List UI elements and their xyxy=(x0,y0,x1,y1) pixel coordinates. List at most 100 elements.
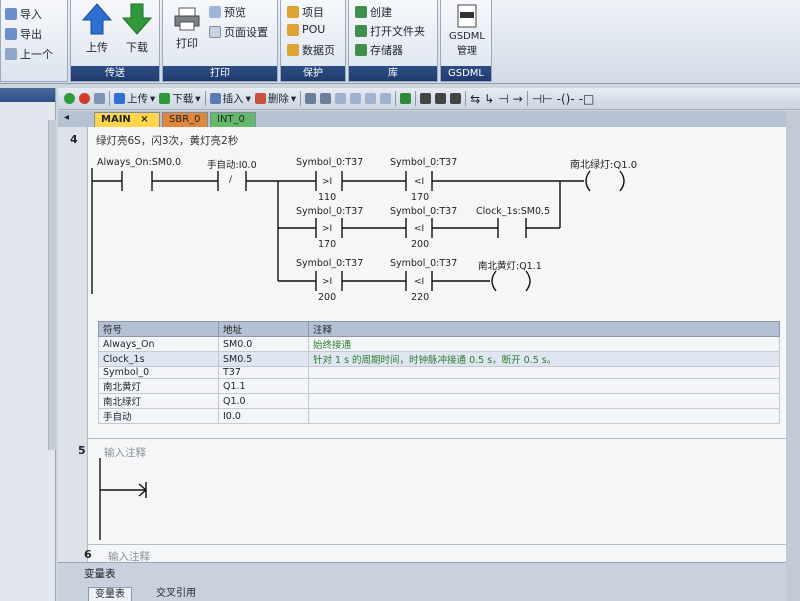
label-r1-t37a[interactable]: Symbol_0:T37 xyxy=(296,157,363,168)
label-r2-t37a[interactable]: Symbol_0:T37 xyxy=(296,206,363,217)
bookmark-icon[interactable] xyxy=(365,93,377,104)
network-comment-placeholder[interactable]: 输入注释 xyxy=(104,445,146,460)
table-row[interactable]: Always_On SM0.0 始终接通 xyxy=(98,336,780,352)
tab-sbr0[interactable]: SBR_0 xyxy=(162,112,208,127)
value-r1-b[interactable]: 170 xyxy=(411,192,429,203)
toolbar-delete-button[interactable]: 删除 ▾ xyxy=(254,91,296,106)
tab-cross-reference[interactable]: 交叉引用 xyxy=(150,587,202,601)
cell-symbol[interactable]: Symbol_0 xyxy=(98,366,219,379)
label-green-coil[interactable]: 南北绿灯:Q1.0 xyxy=(570,156,637,171)
tab-main[interactable]: MAIN × xyxy=(94,112,160,127)
download-button[interactable]: 下载 xyxy=(117,2,157,55)
preview-button[interactable]: 预览 xyxy=(209,4,246,20)
cell-address[interactable]: SM0.0 xyxy=(218,336,309,352)
lock-icon[interactable] xyxy=(450,93,462,104)
cell-symbol[interactable]: 南北绿灯 xyxy=(98,393,219,409)
coil-icon[interactable]: -()- xyxy=(557,92,575,106)
cell-symbol[interactable]: Always_On xyxy=(98,336,219,352)
toolbar-upload-button[interactable]: 上传 ▾ xyxy=(114,91,155,106)
lock-icon xyxy=(287,6,299,18)
toolbar-separator xyxy=(526,91,528,106)
page-setup-button[interactable]: 页面设置 xyxy=(209,24,268,40)
cell-address[interactable]: T37 xyxy=(218,366,309,379)
cell-address[interactable]: I0.0 xyxy=(218,408,309,424)
tab-scroll-left-icon[interactable]: ◂ xyxy=(64,112,69,123)
editor-scrollbar[interactable] xyxy=(786,111,800,601)
branch-up-icon[interactable]: ↳ xyxy=(484,92,494,106)
memory-button[interactable]: 存储器 xyxy=(355,42,403,58)
label-r3-t37a[interactable]: Symbol_0:T37 xyxy=(296,258,363,269)
bookmark-icon[interactable] xyxy=(380,93,392,104)
value-r3-b[interactable]: 220 xyxy=(411,292,429,303)
goto-icon[interactable] xyxy=(400,93,412,104)
network-comment[interactable]: 绿灯亮6S，闪3次，黄灯亮2秒 xyxy=(96,133,238,148)
table-row[interactable]: 手自动 I0.0 xyxy=(98,408,780,424)
tab-close-icon[interactable]: × xyxy=(140,114,148,125)
cell-comment[interactable]: 针对 1 s 的周期时间，时钟脉冲接通 0.5 s，断开 0.5 s。 xyxy=(308,351,780,367)
gsdml-manage-button[interactable]: GSDML 管理 xyxy=(443,4,491,57)
contact-icon[interactable]: ⊣⊢ xyxy=(532,92,553,106)
cell-comment[interactable] xyxy=(308,408,780,424)
line-left-icon[interactable]: ⊣ xyxy=(498,92,508,106)
previous-button[interactable]: 上一个 xyxy=(5,46,53,62)
table-row[interactable]: 南北黄灯 Q1.1 xyxy=(98,378,780,394)
label-r2-t37b[interactable]: Symbol_0:T37 xyxy=(390,206,457,217)
label-r1-t37b[interactable]: Symbol_0:T37 xyxy=(390,157,457,168)
cell-symbol[interactable]: 南北黄灯 xyxy=(98,378,219,394)
label-clock[interactable]: Clock_1s:SM0.5 xyxy=(476,206,550,217)
column-header[interactable]: 符号 xyxy=(98,321,219,337)
label-r3-t37b[interactable]: Symbol_0:T37 xyxy=(390,258,457,269)
table-row[interactable]: 南北绿灯 Q1.0 xyxy=(98,393,780,409)
branch-down-icon[interactable]: ⇆ xyxy=(470,92,480,106)
upload-button[interactable]: 上传 xyxy=(77,2,117,55)
cell-symbol[interactable]: 手自动 xyxy=(98,408,219,424)
op-ge: >I xyxy=(322,277,333,287)
bookmark-icon[interactable] xyxy=(350,93,362,104)
table-row[interactable]: Clock_1s SM0.5 针对 1 s 的周期时间，时钟脉冲接通 0.5 s，断… xyxy=(98,351,780,367)
cell-comment[interactable] xyxy=(308,366,780,379)
protect-project-button[interactable]: 项目 xyxy=(287,4,324,20)
compile-icon[interactable] xyxy=(94,93,105,104)
value-r1-a[interactable]: 110 xyxy=(318,192,336,203)
export-button[interactable]: 导出 xyxy=(5,26,42,42)
tab-int0[interactable]: INT_0 xyxy=(210,112,256,127)
create-library-button[interactable]: 创建 xyxy=(355,4,392,20)
column-header[interactable]: 地址 xyxy=(218,321,309,337)
open-folder-button[interactable]: 打开文件夹 xyxy=(355,23,425,39)
project-tree-scrollbar[interactable] xyxy=(48,120,56,450)
stop-icon[interactable] xyxy=(79,93,90,104)
print-button[interactable]: 打印 xyxy=(169,6,205,51)
cell-address[interactable]: Q1.1 xyxy=(218,378,309,394)
cell-comment[interactable] xyxy=(308,378,780,394)
tab-variable-table[interactable]: 变量表 xyxy=(88,587,132,601)
symbol-table: 符号 地址 注释 Always_On SM0.0 始终接通 Clock_1s SM0.… xyxy=(98,321,780,424)
label-yellow-coil[interactable]: 南北黄灯:Q1.1 xyxy=(478,258,542,272)
cell-comment[interactable] xyxy=(308,393,780,409)
box-icon[interactable]: -□ xyxy=(579,92,595,106)
protect-pou-button[interactable]: POU xyxy=(287,23,325,36)
lock-icon[interactable] xyxy=(420,93,432,104)
protect-datapage-button[interactable]: 数据页 xyxy=(287,42,335,58)
table-row[interactable]: Symbol_0 T37 xyxy=(98,366,780,379)
cell-symbol[interactable]: Clock_1s xyxy=(98,351,219,367)
value-r2-a[interactable]: 170 xyxy=(318,239,336,250)
cell-comment[interactable]: 始终接通 xyxy=(308,336,780,352)
bookmark-icon[interactable] xyxy=(335,93,347,104)
column-header[interactable]: 注释 xyxy=(308,321,780,337)
import-button[interactable]: 导入 xyxy=(5,6,42,22)
lock-icon[interactable] xyxy=(435,93,447,104)
cell-address[interactable]: Q1.0 xyxy=(218,393,309,409)
toolbar-insert-button[interactable]: 插入 ▾ xyxy=(209,91,251,106)
network-icon[interactable] xyxy=(305,93,317,104)
line-right-icon[interactable]: → xyxy=(513,92,523,106)
op-ge: >I xyxy=(322,224,333,234)
network-icon[interactable] xyxy=(320,93,332,104)
value-r3-a[interactable]: 200 xyxy=(318,292,336,303)
label-manual[interactable]: 手自动:I0.0 xyxy=(207,157,257,171)
cell-address[interactable]: SM0.5 xyxy=(218,351,309,367)
label-always-on[interactable]: Always_On:SM0.0 xyxy=(97,157,181,168)
value-r2-b[interactable]: 200 xyxy=(411,239,429,250)
insert-icon xyxy=(209,93,221,104)
toolbar-download-button[interactable]: 下载 ▾ xyxy=(159,91,201,106)
run-icon[interactable] xyxy=(64,93,75,104)
